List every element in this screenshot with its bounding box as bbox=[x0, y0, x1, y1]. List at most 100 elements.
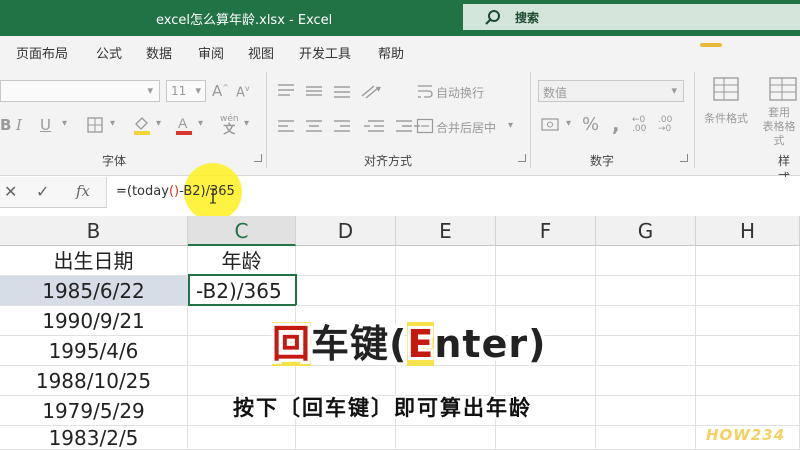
formula-text-suffix: -B2)/365 bbox=[179, 184, 235, 199]
merge-center-label[interactable]: 合并后居中 bbox=[436, 119, 496, 136]
cell-c2-editing[interactable]: -B2)/365 bbox=[188, 274, 297, 306]
underline-icon[interactable]: U bbox=[40, 116, 51, 134]
insert-function-icon[interactable]: fx bbox=[76, 182, 90, 200]
cell-b3[interactable]: 1990/9/21 bbox=[0, 306, 188, 336]
italic-icon[interactable]: I bbox=[16, 116, 22, 134]
column-header-e[interactable]: E bbox=[396, 216, 496, 246]
merge-center-icon[interactable] bbox=[416, 118, 434, 134]
alignment-dialog-launcher-icon[interactable] bbox=[518, 154, 526, 162]
wrap-text-label[interactable]: 自动换行 bbox=[436, 84, 484, 101]
chevron-down-icon: ▾ bbox=[671, 84, 677, 97]
column-header-g[interactable]: G bbox=[596, 216, 696, 246]
format-as-table-icon[interactable] bbox=[768, 76, 798, 104]
cell-empty[interactable] bbox=[596, 396, 696, 426]
fill-color-icon[interactable] bbox=[132, 114, 152, 136]
cell-empty[interactable] bbox=[696, 396, 800, 426]
cell-empty[interactable] bbox=[696, 246, 800, 276]
cancel-icon[interactable]: ✕ bbox=[4, 182, 17, 201]
cell-b5[interactable]: 1988/10/25 bbox=[0, 366, 188, 396]
cell-empty[interactable] bbox=[496, 246, 596, 276]
cell-b4[interactable]: 1995/4/6 bbox=[0, 336, 188, 366]
column-header-d[interactable]: D bbox=[296, 216, 396, 246]
ribbon: ▾ 11 ▾ A^ Av B I U ▾ ▾ ▾ A ▾ wén 文 ▾ 字体 ▾… bbox=[0, 66, 800, 185]
conditional-format-icon[interactable] bbox=[712, 76, 742, 104]
menu-bar: 页面布局 公式 数据 审阅 视图 开发工具 帮助 bbox=[0, 36, 800, 66]
number-dialog-launcher-icon[interactable] bbox=[680, 154, 688, 162]
cell-empty[interactable] bbox=[496, 276, 596, 306]
chevron-down-icon[interactable]: ▾ bbox=[566, 118, 571, 129]
font-name-dropdown[interactable]: ▾ bbox=[0, 80, 160, 102]
chevron-down-icon[interactable]: ▾ bbox=[110, 118, 115, 129]
cell-c1[interactable]: 年龄 bbox=[188, 246, 296, 276]
wrap-text-icon[interactable] bbox=[416, 82, 434, 100]
chevron-down-icon[interactable]: ▾ bbox=[156, 118, 161, 129]
comma-style-icon[interactable]: , bbox=[612, 112, 620, 136]
column-header-h[interactable]: H bbox=[696, 216, 800, 246]
font-color-icon[interactable]: A bbox=[174, 114, 194, 136]
search-box[interactable]: 搜索 bbox=[463, 4, 800, 30]
currency-icon[interactable] bbox=[540, 116, 562, 134]
cell-empty[interactable] bbox=[396, 426, 496, 450]
cell-empty[interactable] bbox=[696, 366, 800, 396]
menu-data[interactable]: 数据 bbox=[146, 43, 172, 62]
font-size-dropdown[interactable]: 11 ▾ bbox=[166, 80, 206, 102]
menu-developer[interactable]: 开发工具 bbox=[299, 43, 351, 62]
cell-b2[interactable]: 1985/6/22 bbox=[0, 276, 188, 306]
percent-icon[interactable]: % bbox=[582, 114, 599, 135]
number-format-dropdown[interactable]: 数值 ▾ bbox=[538, 80, 684, 102]
window-title: excel怎么算年龄.xlsx - Excel bbox=[156, 13, 333, 28]
format-as-table-label[interactable]: 套用 表格格式 bbox=[758, 106, 800, 148]
cell-empty[interactable] bbox=[596, 336, 696, 366]
chevron-down-icon[interactable]: ▾ bbox=[198, 118, 203, 129]
cell-empty[interactable] bbox=[696, 336, 800, 366]
menu-page-layout[interactable]: 页面布局 bbox=[16, 43, 68, 62]
chevron-down-icon[interactable]: ▾ bbox=[244, 118, 249, 129]
cell-empty[interactable] bbox=[188, 426, 296, 450]
menu-view[interactable]: 视图 bbox=[248, 43, 274, 62]
cell-empty[interactable] bbox=[596, 276, 696, 306]
menu-review[interactable]: 审阅 bbox=[198, 43, 224, 62]
vertical-align-icons[interactable] bbox=[276, 82, 388, 100]
increase-font-icon[interactable]: A^ bbox=[212, 82, 229, 100]
cell-empty[interactable] bbox=[396, 276, 496, 306]
cell-empty[interactable] bbox=[296, 246, 396, 276]
cell-empty[interactable] bbox=[596, 246, 696, 276]
cell-empty[interactable] bbox=[696, 306, 800, 336]
column-header-c[interactable]: C bbox=[188, 216, 296, 246]
menu-help[interactable]: 帮助 bbox=[378, 43, 404, 62]
brand-logo-icon bbox=[700, 43, 722, 47]
decrease-font-icon[interactable]: Av bbox=[236, 84, 250, 100]
cell-empty[interactable] bbox=[596, 426, 696, 450]
horizontal-align-icons[interactable] bbox=[276, 118, 436, 134]
chevron-down-icon[interactable]: ▾ bbox=[62, 118, 67, 129]
phonetic-icon[interactable]: wén 文 bbox=[220, 114, 239, 136]
tutorial-subtitle: 按下〔回车键〕即可算出年龄 bbox=[233, 396, 532, 420]
cell-empty[interactable] bbox=[596, 366, 696, 396]
cell-empty[interactable] bbox=[496, 426, 596, 450]
bold-icon[interactable]: B bbox=[0, 116, 11, 134]
cell-b7[interactable]: 1983/2/5 bbox=[0, 426, 188, 450]
search-icon bbox=[485, 10, 500, 25]
font-dialog-launcher-icon[interactable] bbox=[254, 154, 262, 162]
cell-b1[interactable]: 出生日期 bbox=[0, 246, 188, 276]
number-format-value: 数值 bbox=[543, 86, 568, 100]
column-header-b[interactable]: B bbox=[0, 216, 188, 246]
enter-check-icon[interactable]: ✓ bbox=[36, 182, 49, 201]
menu-formulas[interactable]: 公式 bbox=[96, 43, 122, 62]
cell-empty[interactable] bbox=[296, 426, 396, 450]
cell-empty[interactable] bbox=[396, 246, 496, 276]
chevron-down-icon[interactable]: ▾ bbox=[508, 120, 513, 131]
chevron-down-icon: ▾ bbox=[195, 84, 201, 97]
decrease-decimal-icon[interactable]: .00 →0 bbox=[658, 116, 672, 134]
cell-empty[interactable] bbox=[696, 276, 800, 306]
cell-b6[interactable]: 1979/5/29 bbox=[0, 396, 188, 426]
column-header-f[interactable]: F bbox=[496, 216, 596, 246]
text-cursor-icon bbox=[210, 188, 216, 204]
cell-empty[interactable] bbox=[596, 306, 696, 336]
cell-empty[interactable] bbox=[296, 276, 396, 306]
borders-icon[interactable] bbox=[86, 116, 104, 134]
chevron-down-icon[interactable]: ▾ bbox=[376, 84, 381, 95]
conditional-format-label[interactable]: 条件格式 bbox=[704, 110, 748, 126]
caption-highlight-char: 回 bbox=[272, 322, 312, 366]
increase-decimal-icon[interactable]: ←0.00 bbox=[632, 116, 646, 134]
